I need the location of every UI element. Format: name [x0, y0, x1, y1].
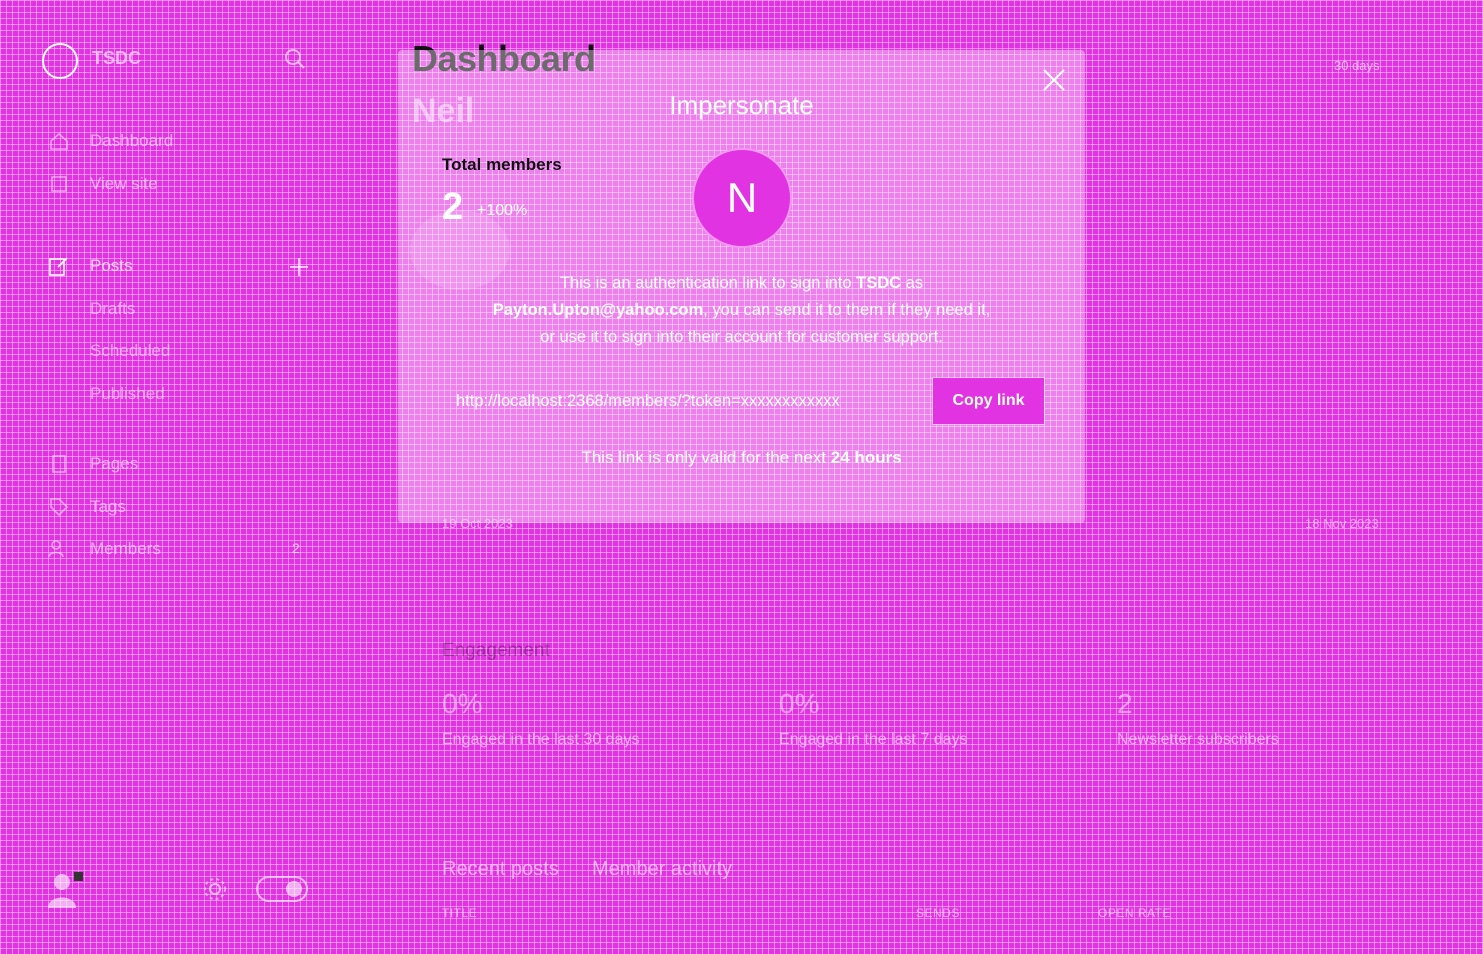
nav-published[interactable]: Published: [90, 384, 165, 404]
search-icon[interactable]: [284, 48, 306, 70]
nav-label: View site: [90, 174, 158, 193]
engagement-title: Engagement: [442, 640, 550, 661]
table-header-title: TITLE: [442, 906, 478, 920]
table-header-open-rate: OPEN RATE: [1098, 906, 1171, 920]
tab-recent-posts[interactable]: Recent posts: [442, 858, 559, 881]
desc-site: TSDC: [856, 274, 902, 292]
nav-tags[interactable]: Tags: [48, 496, 126, 518]
engagement-30-label: Engaged in the last 30 days: [442, 731, 640, 748]
desc-text: or use it to sign into their account for…: [540, 328, 943, 346]
sidebar: TSDC Dashboard View site Posts Drafts Sc…: [0, 0, 340, 954]
tab-member-activity[interactable]: Member activity: [592, 858, 732, 881]
engagement-7-value: 0%: [779, 688, 820, 719]
members-icon: [48, 538, 70, 560]
user-avatar[interactable]: [46, 870, 86, 910]
desc-text: This is an authentication link to sign i…: [559, 274, 857, 292]
nav-label: Pages: [90, 454, 139, 473]
newsletter-subscribers-label: Newsletter subscribers: [1117, 731, 1279, 748]
nav-dashboard[interactable]: Dashboard: [48, 130, 173, 152]
nav-members[interactable]: Members: [48, 538, 161, 560]
posts-icon: [48, 255, 70, 277]
newsletter-subscribers-value: 2: [1117, 688, 1133, 719]
site-name[interactable]: TSDC: [92, 48, 141, 69]
nav-label: Members: [90, 539, 161, 558]
impersonate-description: This is an authentication link to sign i…: [440, 270, 1043, 351]
home-icon: [48, 130, 70, 152]
desc-email: Payton.Upton@yahoo.com: [492, 301, 704, 319]
add-post-icon[interactable]: [288, 256, 310, 278]
nav-scheduled[interactable]: Scheduled: [90, 341, 170, 361]
member-avatar: N: [692, 148, 792, 248]
total-members-value: 2: [442, 186, 464, 228]
chart-end-date: 18 Nov 2023: [1305, 516, 1379, 531]
nav-label: Dashboard: [90, 131, 174, 150]
engagement-7-label: Engaged in the last 7 days: [779, 731, 968, 748]
pages-icon: [48, 453, 70, 475]
copy-link-button[interactable]: Copy link: [932, 377, 1045, 425]
nav-pages[interactable]: Pages: [48, 453, 138, 475]
validity-hours: 24 hours: [830, 448, 902, 467]
members-count: 2: [292, 540, 300, 556]
tag-icon: [48, 496, 70, 518]
table-header-sends: SENDS: [916, 906, 960, 920]
total-members-change: +100%: [477, 202, 528, 219]
dark-mode-toggle[interactable]: [256, 876, 308, 902]
total-members-label: Total members: [442, 155, 562, 174]
desc-text: , you can send it to them if they need i…: [703, 301, 991, 319]
nav-posts[interactable]: Posts: [48, 255, 133, 277]
modal-title: Impersonate: [669, 90, 814, 120]
desc-text: as: [901, 274, 924, 292]
link-validity-note: This link is only valid for the next 24 …: [398, 448, 1085, 468]
site-logo[interactable]: [42, 43, 78, 79]
settings-gear-icon[interactable]: [202, 876, 228, 902]
engagement-30-value: 0%: [442, 688, 483, 719]
close-icon[interactable]: [1040, 66, 1068, 94]
nav-view-site[interactable]: View site: [48, 173, 158, 195]
date-range-select[interactable]: 30 days: [1334, 58, 1380, 73]
nav-label: Tags: [90, 497, 126, 516]
nav-label: Posts: [90, 256, 133, 275]
external-icon: [48, 173, 70, 195]
toggle-knob: [286, 881, 302, 897]
nav-drafts[interactable]: Drafts: [90, 299, 135, 319]
impersonation-link-field[interactable]: [442, 378, 932, 424]
validity-text: This link is only valid for the next: [581, 448, 831, 467]
